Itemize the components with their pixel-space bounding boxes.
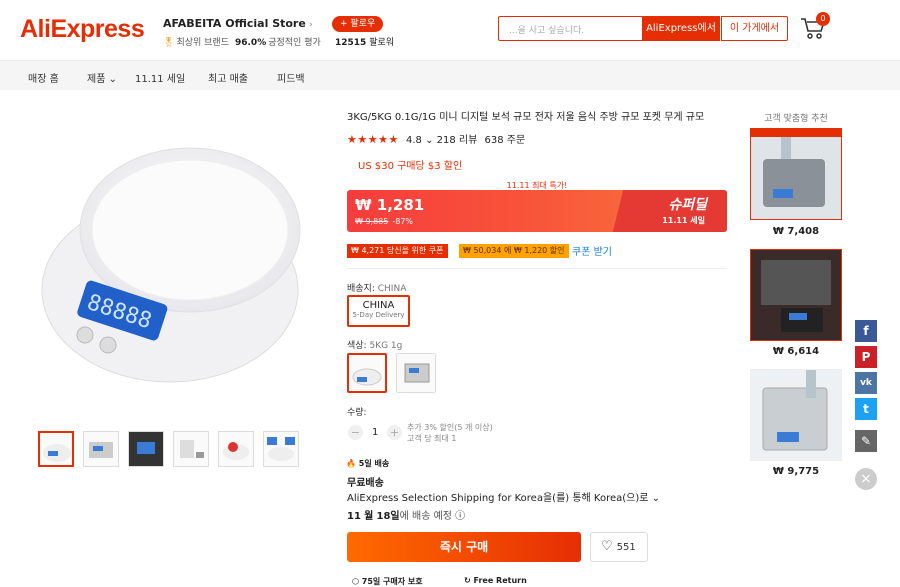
pinterest-icon[interactable]: P — [855, 346, 877, 368]
store-meta: 🎖 최상위 브랜드 96.0% 긍정적인 평가 — [163, 35, 321, 48]
coupon-chip-personal[interactable]: ₩ 4,271 당신을 위한 쿠폰 — [347, 244, 448, 258]
product-main-image[interactable]: 88888 — [30, 120, 310, 400]
followers-label: 팔로워 — [369, 38, 395, 48]
store-badge: 최상위 브랜드 — [176, 38, 229, 48]
heart-icon: ♡ — [601, 539, 613, 554]
recommend-title: 고객 맞춤형 추천 — [764, 114, 828, 124]
price-banner: ₩ 1,281 ₩ 9,885 -87% 슈퍼딜 11.11 세일 — [347, 190, 727, 232]
wishlist-button[interactable]: ♡ 551 — [590, 532, 648, 562]
recommend-item-price: ₩ 6,614 — [772, 346, 820, 357]
discount-percent: -87% — [392, 217, 414, 226]
positive-rate: 96.0% — [234, 38, 267, 48]
chevron-down-icon: ⌄ — [648, 493, 661, 504]
chevron-down-icon: ⌄ — [421, 135, 437, 146]
fire-icon: 🔥 — [346, 459, 356, 468]
nav-products[interactable]: 제품 ⌄ — [87, 70, 117, 85]
get-coupons-link[interactable]: 쿠폰 받기 — [572, 243, 612, 258]
quantity-increase-button[interactable]: + — [387, 425, 402, 440]
shipping-method[interactable]: AliExpress Selection Shipping for Korea을… — [347, 489, 660, 504]
quantity-label: 수량: — [347, 408, 367, 418]
recommend-item-image[interactable] — [750, 249, 842, 341]
thumbnail[interactable] — [263, 431, 299, 467]
product-title: 3KG/5KG 0.1G/1G 미니 디지털 보석 규모 전자 저울 음식 주방… — [347, 112, 705, 123]
medal-icon: 🎖 — [163, 38, 175, 48]
fast-delivery-badge: 🔥 5일 배송 — [346, 459, 390, 468]
header: AliExpress AFABEITA Official Store › 🎖 최상위… — [0, 0, 900, 60]
facebook-icon[interactable]: f — [855, 320, 877, 342]
aliexpress-logo[interactable]: AliExpress — [20, 15, 145, 44]
buyer-protection: ⬡ 75일 구매자 보호 — [352, 577, 423, 586]
positive-label: 긍정적인 평가 — [268, 38, 321, 48]
followers: 12515 팔로워 — [335, 35, 394, 48]
vk-icon[interactable]: vk — [855, 372, 877, 394]
nav-store-home[interactable]: 매장 홈 — [28, 70, 59, 85]
thumbnail[interactable] — [83, 431, 119, 467]
thumbnail[interactable] — [128, 431, 164, 467]
chevron-down-icon: ⌄ — [105, 74, 117, 85]
recommend-item-image[interactable] — [750, 128, 842, 220]
thumbnail[interactable] — [218, 431, 254, 467]
delivery-estimate: 11 월 18일에 배송 예정 ⓘ — [347, 511, 466, 522]
recommend-item-price: ₩ 9,775 — [772, 466, 820, 477]
thumbnail[interactable] — [173, 431, 209, 467]
store-name[interactable]: AFABEITA Official Store › — [163, 17, 313, 30]
original-price: ₩ 9,885 -87% — [355, 217, 414, 226]
store-coupon-offer: US $30 구매당 $3 할인 — [358, 161, 463, 172]
divider — [347, 268, 727, 269]
ship-from-label: 배송지: CHINA — [347, 284, 407, 294]
rating-value: 4.8 — [406, 135, 422, 146]
free-shipping-label: 무료배송 — [347, 478, 384, 489]
recommend-item-price: ₩ 7,408 — [772, 226, 820, 237]
help-icon[interactable]: ⓘ — [455, 511, 465, 522]
ship-from-option[interactable]: CHINA 5-Day Delivery — [347, 295, 410, 327]
coupon-chip-discount[interactable]: ₩ 50,034 에 ₩ 1,220 할인 — [459, 244, 569, 258]
chevron-right-icon: › — [308, 20, 313, 30]
quantity-note: 추가 3% 할인(5 개 이상) 고객 당 최대 1 — [407, 423, 493, 443]
color-swatch-3kg[interactable] — [396, 353, 436, 393]
super-sale-label: 11.11 세일 — [662, 216, 705, 225]
order-count: 638 주문 — [484, 135, 526, 146]
followers-count: 12515 — [335, 38, 367, 48]
twitter-icon[interactable]: t — [855, 398, 877, 420]
quantity-value[interactable]: 1 — [372, 427, 378, 438]
buy-now-button[interactable]: 즉시 구매 — [347, 532, 581, 562]
nav-top-selling[interactable]: 최고 매출 — [208, 70, 248, 85]
close-icon[interactable]: × — [855, 468, 877, 490]
follow-button[interactable]: + 팔로우 — [332, 16, 384, 32]
rating-row[interactable]: ★★★★★ 4.8 ⌄ 218 리뷰 638 주문 — [347, 131, 525, 146]
color-swatch-5kg[interactable] — [347, 353, 387, 393]
search-aliexpress-button[interactable]: AliExpress에서 — [642, 16, 720, 41]
thumbnail[interactable] — [38, 431, 74, 467]
free-return: ↻ Free Return — [464, 576, 527, 585]
super-deal-badge: 슈퍼딜 — [668, 197, 707, 213]
nav-feedback[interactable]: 피드백 — [277, 70, 305, 85]
star-rating-icon: ★★★★★ — [347, 133, 399, 146]
quantity-decrease-button[interactable]: − — [348, 425, 363, 440]
store-nav: 매장 홈 제품 ⌄ 11.11 세일 최고 매출 피드백 — [0, 60, 900, 90]
color-label: 색상: 5KG 1g — [347, 341, 403, 351]
search-store-button[interactable]: 이 가게에서 — [721, 16, 788, 41]
cart-badge: 0 — [816, 12, 830, 26]
recommend-item-image[interactable] — [750, 369, 842, 461]
nav-sale[interactable]: 11.11 세일 — [135, 70, 185, 85]
edit-icon[interactable]: ✎ — [855, 430, 877, 452]
search-input[interactable]: ...을 사고 싶습니다. — [498, 16, 642, 41]
review-count[interactable]: 218 리뷰 — [437, 135, 478, 146]
current-price: ₩ 1,281 — [355, 196, 425, 214]
